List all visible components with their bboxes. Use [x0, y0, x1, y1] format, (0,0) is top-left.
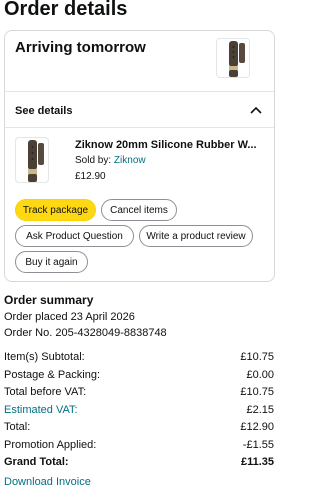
summary-row-promotion: Promotion Applied: -£1.55: [4, 437, 274, 455]
sold-by-label: Sold by:: [75, 155, 114, 166]
summary-row-label: Postage & Packing:: [4, 368, 101, 381]
divider: [5, 91, 274, 92]
summary-row-value: £2.15: [246, 403, 274, 416]
watch-strap-icon: [28, 140, 44, 182]
product-thumbnail[interactable]: [216, 38, 250, 78]
summary-row-vat: Estimated VAT: £2.15: [4, 402, 274, 420]
summary-row-grand-total: Grand Total: £11.35: [4, 454, 274, 472]
summary-rows: Item(s) Subtotal: £10.75 Postage & Packi…: [4, 349, 274, 472]
seller-link[interactable]: Ziknow: [114, 155, 146, 166]
summary-row-value: £12.90: [240, 421, 274, 433]
summary-row-label: Item(s) Subtotal:: [4, 351, 85, 363]
ask-product-question-button[interactable]: Ask Product Question: [15, 225, 134, 247]
summary-row-label: Promotion Applied:: [4, 438, 97, 451]
summary-row-total-before-vat: Total before VAT: £10.75: [4, 384, 274, 402]
chevron-up-icon[interactable]: [249, 105, 263, 115]
sold-by: Sold by: Ziknow: [75, 155, 146, 166]
item-thumbnail[interactable]: [15, 137, 49, 183]
summary-row-subtotal: Item(s) Subtotal: £10.75: [4, 349, 274, 367]
summary-row-value: -£1.55: [242, 438, 274, 451]
item-price: £12.90: [75, 171, 106, 182]
summary-row-value: £10.75: [240, 351, 274, 363]
summary-row-label: Grand Total:: [4, 456, 69, 468]
track-package-button[interactable]: Track package: [15, 199, 96, 221]
order-summary-title: Order summary: [4, 293, 94, 307]
watch-strap-icon: [229, 41, 245, 77]
order-number: Order No. 205-4328049-8838748: [4, 327, 167, 339]
download-invoice-link[interactable]: Download Invoice: [4, 476, 91, 488]
cancel-items-button[interactable]: Cancel items: [101, 199, 177, 221]
page-title: Order details: [4, 0, 128, 20]
summary-row-label: Total:: [4, 421, 31, 433]
buy-again-button[interactable]: Buy it again: [15, 251, 88, 273]
summary-row-label: Total before VAT:: [4, 386, 87, 398]
summary-row-value: £11.35: [240, 456, 274, 468]
write-review-button[interactable]: Write a product review: [139, 225, 253, 247]
divider: [5, 127, 274, 128]
summary-row-value: £10.75: [240, 386, 274, 398]
see-details-toggle[interactable]: See details: [15, 105, 72, 117]
delivery-status: Arriving tomorrow: [15, 39, 146, 56]
shipment-card: Arriving tomorrow See details Ziknow 20m…: [4, 30, 275, 282]
estimated-vat-link[interactable]: Estimated VAT:: [4, 402, 78, 420]
order-placed-date: Order placed 23 April 2026: [4, 311, 135, 323]
summary-row-postage: Postage & Packing: £0.00: [4, 367, 274, 385]
product-title-link[interactable]: Ziknow 20mm Silicone Rubber W...: [75, 139, 270, 151]
summary-row-total: Total: £12.90: [4, 419, 274, 437]
summary-row-value: £0.00: [246, 368, 274, 381]
